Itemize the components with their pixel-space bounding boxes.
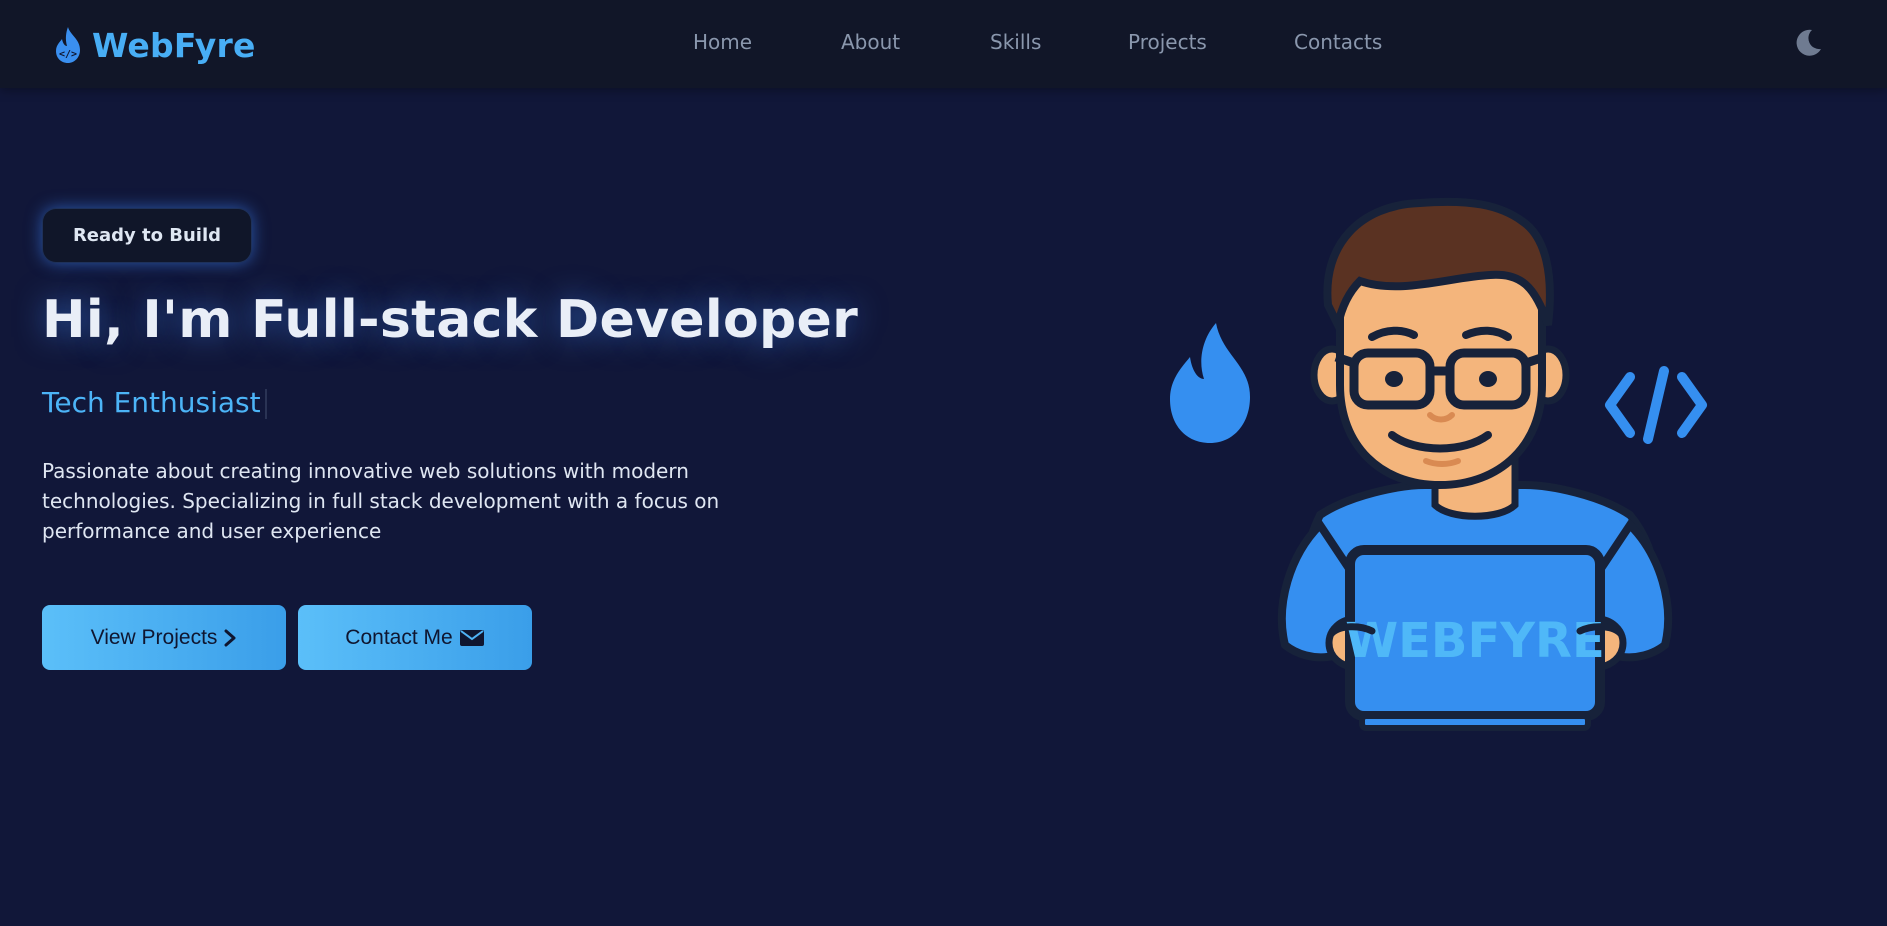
envelope-icon	[459, 629, 484, 646]
laptop-logo-text: WEBFYRE	[1345, 613, 1605, 669]
laptop: WEBFYRE	[1345, 545, 1605, 731]
nav-about[interactable]: About	[841, 30, 900, 54]
contact-me-label: Contact Me	[345, 625, 453, 649]
flame-icon	[1170, 323, 1250, 443]
moon-icon	[1796, 29, 1821, 56]
theme-toggle-button[interactable]	[1792, 27, 1824, 59]
hero-subtitle-text: Tech Enthusiast	[42, 386, 261, 419]
developer-illustration: WEBFYRE	[1170, 197, 1707, 731]
nav-skills[interactable]: Skills	[990, 30, 1041, 54]
hero-description: Passionate about creating innovative web…	[42, 459, 720, 543]
chevron-right-icon	[224, 629, 236, 646]
main-nav: Home About Skills Projects Contacts	[0, 30, 1887, 60]
contact-me-button[interactable]: Contact Me	[298, 605, 532, 670]
status-badge: Ready to Build	[42, 208, 252, 263]
typing-cursor	[264, 389, 267, 419]
view-projects-label: View Projects	[90, 625, 218, 649]
hero-title: Hi, I'm Full-stack Developer	[42, 290, 859, 350]
nav-home[interactable]: Home	[693, 30, 752, 54]
nav-contacts[interactable]: Contacts	[1294, 30, 1382, 54]
hero-subtitle: Tech Enthusiast	[42, 386, 267, 419]
code-icon	[1605, 366, 1707, 444]
navbar: </> WebFyre Home About Skills Projects C…	[0, 0, 1887, 88]
view-projects-button[interactable]: View Projects	[42, 605, 286, 670]
nav-projects[interactable]: Projects	[1128, 30, 1207, 54]
